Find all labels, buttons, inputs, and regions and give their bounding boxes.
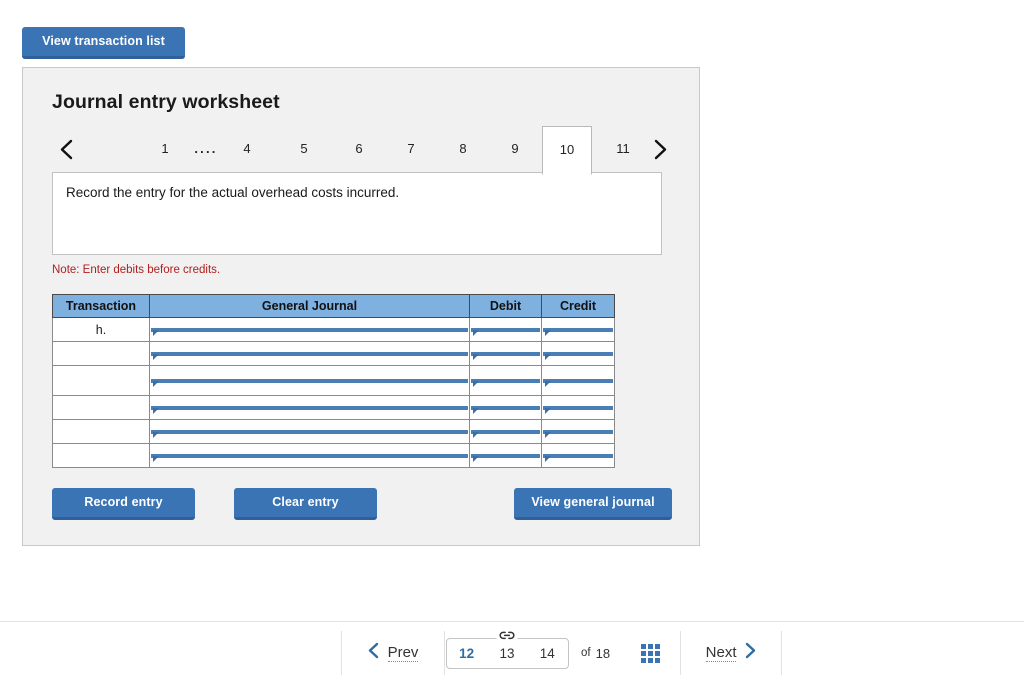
debit-input-cell	[469, 365, 542, 396]
worksheet-tab[interactable]: 7	[394, 126, 428, 172]
credit-input-cell	[541, 365, 615, 396]
general-journal-input-cell	[149, 317, 470, 342]
credit-input-cell	[541, 395, 615, 420]
credit-input-cell	[541, 419, 615, 444]
credit-input[interactable]	[543, 405, 613, 414]
credit-input[interactable]	[543, 327, 613, 336]
debit-input-cell	[469, 341, 542, 366]
chevron-left-icon	[368, 642, 379, 664]
credit-input-cell	[541, 443, 615, 468]
debit-input[interactable]	[471, 327, 540, 336]
instruction-box: Record the entry for the actual overhead…	[52, 172, 662, 255]
transaction-cell	[52, 419, 150, 444]
footer-bar: Prev 12 13 14 of 18 Next	[0, 621, 1024, 684]
column-header-credit: Credit	[541, 294, 615, 318]
credit-input[interactable]	[543, 453, 613, 462]
credit-input[interactable]	[543, 378, 613, 387]
prev-label: Prev	[387, 644, 419, 662]
credit-input-cell	[541, 317, 615, 342]
worksheet-tab[interactable]: 9	[498, 126, 532, 172]
page-number-box-wrapper: 12 13 14	[445, 622, 569, 684]
general-journal-input[interactable]	[151, 327, 468, 336]
debit-input-cell	[469, 443, 542, 468]
total-pages-value: 18	[595, 645, 611, 661]
worksheet-tab[interactable]: 11	[606, 126, 640, 172]
debit-input-cell	[469, 395, 542, 420]
debit-input-cell	[469, 317, 542, 342]
column-header-transaction: Transaction	[52, 294, 150, 318]
general-journal-input-cell	[149, 443, 470, 468]
debit-input[interactable]	[471, 405, 540, 414]
page-number-12[interactable]: 12	[459, 646, 474, 661]
debit-input[interactable]	[471, 429, 540, 438]
table-row	[52, 341, 615, 366]
total-pages-label: of 18	[569, 622, 620, 684]
clear-entry-button[interactable]: Clear entry	[234, 488, 377, 520]
pagination-control: Prev 12 13 14 of 18 Next	[341, 622, 783, 684]
transaction-cell: h.	[52, 317, 150, 342]
chevron-right-icon	[745, 642, 756, 664]
journal-table-body: h.	[52, 317, 615, 468]
next-page-button[interactable]: Next	[681, 622, 781, 684]
journal-entry-table: Transaction General Journal Debit Credit…	[52, 294, 615, 468]
general-journal-input[interactable]	[151, 378, 468, 387]
credit-input[interactable]	[543, 351, 613, 360]
page-number-14[interactable]: 14	[540, 646, 555, 661]
general-journal-input-cell	[149, 341, 470, 366]
worksheet-tab-active[interactable]: 10	[542, 126, 592, 175]
worksheet-tab[interactable]: 8	[446, 126, 480, 172]
general-journal-input[interactable]	[151, 453, 468, 462]
table-row	[52, 443, 615, 468]
general-journal-input-cell	[149, 365, 470, 396]
column-header-debit: Debit	[469, 294, 542, 318]
page-number-box[interactable]: 12 13 14	[445, 629, 569, 669]
instruction-text: Record the entry for the actual overhead…	[66, 185, 400, 200]
link-chain-icon	[496, 629, 518, 641]
pager-divider-right	[781, 631, 783, 675]
table-header-row: Transaction General Journal Debit Credit	[52, 294, 615, 318]
credit-input-cell	[541, 341, 615, 366]
transaction-cell	[52, 341, 150, 366]
credit-input[interactable]	[543, 429, 613, 438]
general-journal-input[interactable]	[151, 429, 468, 438]
grid-view-icon	[640, 643, 660, 663]
worksheet-tab-strip: 1.... 4 5 6 7 8 9 10 11	[52, 126, 672, 176]
worksheet-tab[interactable]: ....	[185, 126, 227, 172]
table-row: h.	[52, 317, 615, 342]
transaction-cell	[52, 443, 150, 468]
view-general-journal-button[interactable]: View general journal	[514, 488, 672, 520]
debit-input[interactable]	[471, 351, 540, 360]
of-word: of	[581, 647, 591, 659]
worksheet-tab[interactable]: 5	[287, 126, 321, 172]
debit-input-cell	[469, 419, 542, 444]
table-row	[52, 419, 615, 444]
debit-input[interactable]	[471, 453, 540, 462]
general-journal-input-cell	[149, 419, 470, 444]
note-text: Note: Enter debits before credits.	[52, 264, 221, 276]
general-journal-input[interactable]	[151, 351, 468, 360]
view-transaction-list-button[interactable]: View transaction list	[22, 27, 185, 59]
worksheet-tab[interactable]: 4	[230, 126, 264, 172]
journal-entry-worksheet-panel: Journal entry worksheet 1.... 4 5 6 7 8 9 10 11 …	[22, 67, 700, 546]
page-title: Journal entry worksheet	[52, 91, 280, 113]
worksheet-tab[interactable]: 1	[148, 126, 182, 172]
page-number-13[interactable]: 13	[499, 646, 514, 661]
general-journal-input-cell	[149, 395, 470, 420]
general-journal-input[interactable]	[151, 405, 468, 414]
table-row	[52, 365, 615, 396]
column-header-general-journal: General Journal	[149, 294, 470, 318]
prev-page-button[interactable]: Prev	[342, 622, 444, 684]
table-row	[52, 395, 615, 420]
tab-next-arrow[interactable]	[646, 126, 674, 172]
transaction-cell	[52, 365, 150, 396]
worksheet-tab[interactable]: 6	[342, 126, 376, 172]
grid-view-button[interactable]	[620, 622, 680, 684]
record-entry-button[interactable]: Record entry	[52, 488, 195, 520]
tab-prev-arrow[interactable]	[52, 126, 80, 172]
transaction-cell	[52, 395, 150, 420]
next-label: Next	[705, 644, 737, 662]
debit-input[interactable]	[471, 378, 540, 387]
